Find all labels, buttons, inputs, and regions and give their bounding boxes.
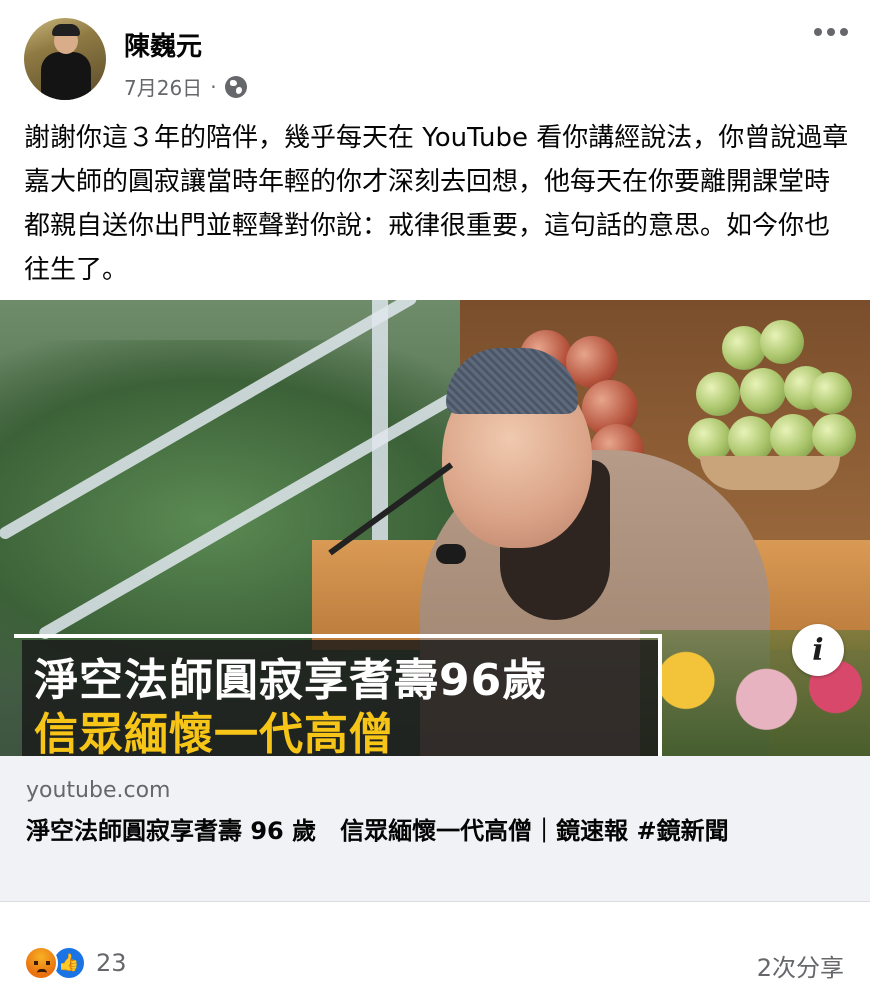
pear (760, 320, 804, 364)
more-options-icon[interactable] (814, 28, 848, 36)
facebook-post: 陳巍元 7月26日 · 謝謝你這３年的陪伴，幾乎每天在 YouTube 看你講經… (0, 0, 870, 998)
more-dot (827, 28, 835, 36)
image-caption-subheadline: 信眾緬懷一代高僧 (34, 709, 394, 756)
post-date[interactable]: 7月26日 (124, 72, 202, 101)
fruit-bowl (700, 456, 840, 490)
reaction-count[interactable]: 23 (96, 949, 127, 977)
pear (770, 414, 816, 460)
avatar-figure-cap (52, 24, 80, 36)
post-meta: 7月26日 · (124, 72, 247, 101)
link-preview-image[interactable]: 淨空法師圓寂享耆壽96歲 信眾緬懷一代高僧 i (0, 300, 870, 756)
author-name[interactable]: 陳巍元 (124, 26, 202, 63)
pear (740, 368, 786, 414)
meta-separator: · (210, 74, 217, 99)
link-domain: youtube.com (26, 778, 171, 803)
share-count[interactable]: 2次分享 (757, 948, 844, 983)
more-dot (840, 28, 848, 36)
pear (810, 372, 852, 414)
pear (722, 326, 766, 370)
angry-mouth (37, 969, 47, 973)
angry-reaction-icon (24, 946, 58, 980)
pear (696, 372, 740, 416)
globe-icon[interactable] (224, 75, 247, 98)
angry-eyes (34, 961, 50, 965)
reactions-summary[interactable]: 👍 23 (24, 946, 127, 980)
pear (812, 414, 856, 458)
author-avatar[interactable] (24, 18, 106, 100)
microphone (436, 544, 466, 564)
post-text: 謝謝你這３年的陪伴，幾乎每天在 YouTube 看你講經說法，你曾說過章嘉大師的… (24, 123, 849, 285)
avatar-figure-body (41, 52, 91, 100)
link-preview[interactable]: 淨空法師圓寂享耆壽96歲 信眾緬懷一代高僧 i youtube.com 淨空法師… (0, 300, 870, 902)
link-info-bar[interactable]: youtube.com 淨空法師圓寂享耆壽 96 歲 信眾緬懷一代高僧｜鏡速報 … (0, 756, 870, 902)
info-icon[interactable]: i (792, 624, 844, 676)
link-title: 淨空法師圓寂享耆壽 96 歲 信眾緬懷一代高僧｜鏡速報 #鏡新聞 (26, 817, 729, 845)
more-dot (814, 28, 822, 36)
